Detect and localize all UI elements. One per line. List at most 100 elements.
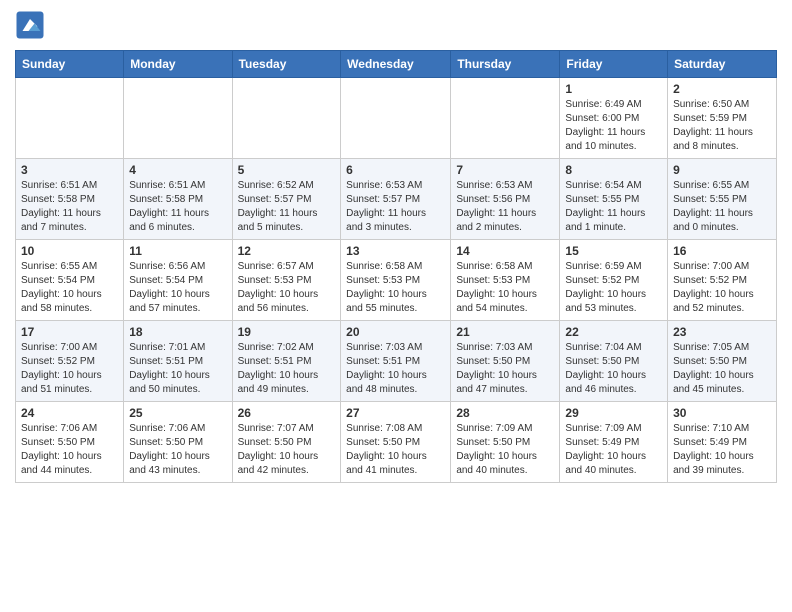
day-cell: 22 Sunrise: 7:04 AM Sunset: 5:50 PM Dayli… [560, 321, 668, 402]
day-number: 2 [673, 82, 771, 96]
day-info: Sunrise: 6:59 AM Sunset: 5:52 PM Dayligh… [565, 260, 662, 316]
day-cell: 2Sunrise: 6:50 AM Sunset: 5:59 PM Daylig… [668, 78, 777, 159]
day-cell: 11 Sunrise: 6:56 AM Sunset: 5:54 PM Dayli… [124, 240, 232, 321]
weekday-sunday: Sunday [16, 51, 124, 78]
day-number: 15 [565, 244, 662, 258]
day-cell: 29 Sunrise: 7:09 AM Sunset: 5:49 PM Dayli… [560, 402, 668, 483]
day-cell: 27 Sunrise: 7:08 AM Sunset: 5:50 PM Dayli… [341, 402, 451, 483]
calendar: SundayMondayTuesdayWednesdayThursdayFrid… [15, 50, 777, 483]
day-info: Sunrise: 7:07 AM Sunset: 5:50 PM Dayligh… [238, 422, 336, 478]
day-number: 11 [129, 244, 226, 258]
day-number: 30 [673, 406, 771, 420]
week-row-3: 17 Sunrise: 7:00 AM Sunset: 5:52 PM Dayli… [16, 321, 777, 402]
day-cell [232, 78, 341, 159]
day-info: Sunrise: 7:01 AM Sunset: 5:51 PM Dayligh… [129, 341, 226, 397]
day-cell: 23 Sunrise: 7:05 AM Sunset: 5:50 PM Dayli… [668, 321, 777, 402]
weekday-wednesday: Wednesday [341, 51, 451, 78]
day-cell: 7Sunrise: 6:53 AM Sunset: 5:56 PM Daylig… [451, 159, 560, 240]
calendar-body: 1 Sunrise: 6:49 AM Sunset: 6:00 PM Daylig… [16, 78, 777, 483]
day-number: 25 [129, 406, 226, 420]
day-cell: 25 Sunrise: 7:06 AM Sunset: 5:50 PM Dayli… [124, 402, 232, 483]
day-cell: 13Sunrise: 6:58 AM Sunset: 5:53 PM Dayli… [341, 240, 451, 321]
day-number: 1 [565, 82, 662, 96]
weekday-tuesday: Tuesday [232, 51, 341, 78]
day-cell: 12Sunrise: 6:57 AM Sunset: 5:53 PM Dayli… [232, 240, 341, 321]
page: SundayMondayTuesdayWednesdayThursdayFrid… [0, 0, 792, 498]
day-number: 24 [21, 406, 118, 420]
day-cell: 4 Sunrise: 6:51 AM Sunset: 5:58 PM Daylig… [124, 159, 232, 240]
week-row-1: 3 Sunrise: 6:51 AM Sunset: 5:58 PM Daylig… [16, 159, 777, 240]
day-cell: 20 Sunrise: 7:03 AM Sunset: 5:51 PM Dayli… [341, 321, 451, 402]
day-info: Sunrise: 7:05 AM Sunset: 5:50 PM Dayligh… [673, 341, 771, 397]
week-row-2: 10 Sunrise: 6:55 AM Sunset: 5:54 PM Dayli… [16, 240, 777, 321]
day-info: Sunrise: 7:02 AM Sunset: 5:51 PM Dayligh… [238, 341, 336, 397]
day-number: 20 [346, 325, 445, 339]
weekday-friday: Friday [560, 51, 668, 78]
day-info: Sunrise: 7:04 AM Sunset: 5:50 PM Dayligh… [565, 341, 662, 397]
week-row-4: 24 Sunrise: 7:06 AM Sunset: 5:50 PM Dayli… [16, 402, 777, 483]
weekday-thursday: Thursday [451, 51, 560, 78]
day-cell [451, 78, 560, 159]
day-cell: 15 Sunrise: 6:59 AM Sunset: 5:52 PM Dayli… [560, 240, 668, 321]
day-info: Sunrise: 7:09 AM Sunset: 5:49 PM Dayligh… [565, 422, 662, 478]
day-info: Sunrise: 6:55 AM Sunset: 5:54 PM Dayligh… [21, 260, 118, 316]
day-info: Sunrise: 6:52 AM Sunset: 5:57 PM Dayligh… [238, 179, 336, 235]
day-number: 8 [565, 163, 662, 177]
day-info: Sunrise: 6:51 AM Sunset: 5:58 PM Dayligh… [129, 179, 226, 235]
day-number: 10 [21, 244, 118, 258]
day-info: Sunrise: 7:09 AM Sunset: 5:50 PM Dayligh… [456, 422, 554, 478]
weekday-monday: Monday [124, 51, 232, 78]
logo [15, 10, 49, 40]
day-number: 16 [673, 244, 771, 258]
day-info: Sunrise: 7:03 AM Sunset: 5:51 PM Dayligh… [346, 341, 445, 397]
day-cell: 21 Sunrise: 7:03 AM Sunset: 5:50 PM Dayli… [451, 321, 560, 402]
day-info: Sunrise: 6:58 AM Sunset: 5:53 PM Dayligh… [346, 260, 445, 316]
day-cell: 10 Sunrise: 6:55 AM Sunset: 5:54 PM Dayli… [16, 240, 124, 321]
day-info: Sunrise: 6:56 AM Sunset: 5:54 PM Dayligh… [129, 260, 226, 316]
day-info: Sunrise: 7:06 AM Sunset: 5:50 PM Dayligh… [129, 422, 226, 478]
day-number: 12 [238, 244, 336, 258]
day-number: 14 [456, 244, 554, 258]
header [15, 10, 777, 40]
day-info: Sunrise: 6:55 AM Sunset: 5:55 PM Dayligh… [673, 179, 771, 235]
day-info: Sunrise: 6:51 AM Sunset: 5:58 PM Dayligh… [21, 179, 118, 235]
day-number: 22 [565, 325, 662, 339]
week-row-0: 1 Sunrise: 6:49 AM Sunset: 6:00 PM Daylig… [16, 78, 777, 159]
day-number: 29 [565, 406, 662, 420]
day-number: 7 [456, 163, 554, 177]
day-number: 19 [238, 325, 336, 339]
day-info: Sunrise: 7:03 AM Sunset: 5:50 PM Dayligh… [456, 341, 554, 397]
day-number: 6 [346, 163, 445, 177]
day-info: Sunrise: 7:08 AM Sunset: 5:50 PM Dayligh… [346, 422, 445, 478]
day-number: 28 [456, 406, 554, 420]
day-number: 9 [673, 163, 771, 177]
day-cell: 18 Sunrise: 7:01 AM Sunset: 5:51 PM Dayli… [124, 321, 232, 402]
day-number: 21 [456, 325, 554, 339]
day-number: 3 [21, 163, 118, 177]
day-number: 4 [129, 163, 226, 177]
day-number: 5 [238, 163, 336, 177]
calendar-header: SundayMondayTuesdayWednesdayThursdayFrid… [16, 51, 777, 78]
day-cell: 3 Sunrise: 6:51 AM Sunset: 5:58 PM Daylig… [16, 159, 124, 240]
day-info: Sunrise: 7:10 AM Sunset: 5:49 PM Dayligh… [673, 422, 771, 478]
day-cell: 26 Sunrise: 7:07 AM Sunset: 5:50 PM Dayli… [232, 402, 341, 483]
day-number: 27 [346, 406, 445, 420]
day-info: Sunrise: 6:49 AM Sunset: 6:00 PM Dayligh… [565, 98, 662, 154]
day-cell: 14Sunrise: 6:58 AM Sunset: 5:53 PM Dayli… [451, 240, 560, 321]
day-info: Sunrise: 6:53 AM Sunset: 5:57 PM Dayligh… [346, 179, 445, 235]
day-number: 23 [673, 325, 771, 339]
day-cell: 5 Sunrise: 6:52 AM Sunset: 5:57 PM Daylig… [232, 159, 341, 240]
day-cell: 1 Sunrise: 6:49 AM Sunset: 6:00 PM Daylig… [560, 78, 668, 159]
day-cell: 24Sunrise: 7:06 AM Sunset: 5:50 PM Dayli… [16, 402, 124, 483]
day-cell: 19 Sunrise: 7:02 AM Sunset: 5:51 PM Dayli… [232, 321, 341, 402]
day-info: Sunrise: 6:54 AM Sunset: 5:55 PM Dayligh… [565, 179, 662, 235]
day-number: 17 [21, 325, 118, 339]
day-cell: 16 Sunrise: 7:00 AM Sunset: 5:52 PM Dayli… [668, 240, 777, 321]
day-info: Sunrise: 7:00 AM Sunset: 5:52 PM Dayligh… [673, 260, 771, 316]
day-number: 18 [129, 325, 226, 339]
day-number: 26 [238, 406, 336, 420]
day-cell: 9 Sunrise: 6:55 AM Sunset: 5:55 PM Daylig… [668, 159, 777, 240]
weekday-header-row: SundayMondayTuesdayWednesdayThursdayFrid… [16, 51, 777, 78]
day-info: Sunrise: 7:00 AM Sunset: 5:52 PM Dayligh… [21, 341, 118, 397]
logo-icon [15, 10, 45, 40]
